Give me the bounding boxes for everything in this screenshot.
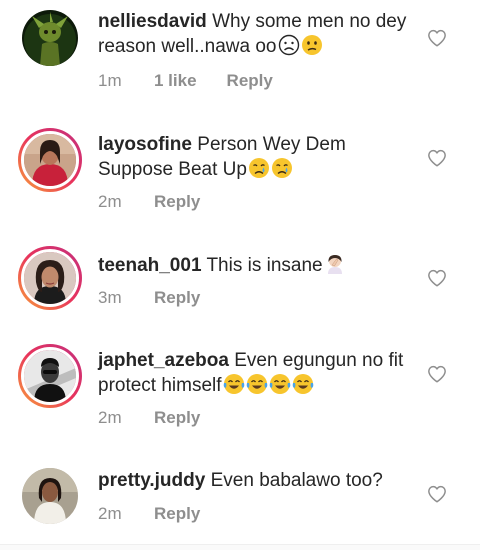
comment-meta: 2m Reply	[98, 504, 200, 524]
comment-username[interactable]: teenah_001	[98, 255, 202, 276]
avatar[interactable]	[22, 10, 78, 66]
comment-time: 2m	[98, 192, 122, 211]
avatar[interactable]	[18, 128, 82, 192]
heart-icon[interactable]	[427, 365, 447, 383]
confused-face-icon	[301, 34, 323, 56]
comment-text: teenah_001 This is insane	[98, 253, 408, 278]
comment-meta: 2m Reply	[98, 408, 200, 428]
tears-of-joy-icon	[223, 373, 245, 395]
woman-red-top-avatar	[24, 134, 76, 186]
comment-time: 2m	[98, 408, 122, 427]
woman-portrait-avatar	[24, 252, 76, 304]
avatar[interactable]	[22, 468, 78, 524]
heart-icon[interactable]	[427, 29, 447, 47]
comment-meta: 2m Reply	[98, 192, 200, 212]
reply-button[interactable]: Reply	[227, 71, 273, 91]
comment-time: 2m	[98, 504, 122, 523]
avatar[interactable]	[18, 246, 82, 310]
tears-of-joy-icon	[292, 373, 314, 395]
heart-icon[interactable]	[427, 149, 447, 167]
comment-username[interactable]: nelliesdavid	[98, 11, 207, 32]
plant-character-avatar	[22, 10, 78, 66]
heart-icon[interactable]	[427, 269, 447, 287]
comment-username[interactable]: layosofine	[98, 134, 192, 155]
avatar[interactable]	[18, 344, 82, 408]
comment-meta: 1m 1 like Reply	[98, 71, 273, 91]
man-black-white-avatar	[24, 350, 76, 402]
comment-text: japhet_azeboa Even egungun no fit protec…	[98, 349, 408, 398]
divider	[0, 544, 480, 550]
crying-face-icon	[248, 157, 270, 179]
comment-text: nelliesdavid Why some men no dey reason …	[98, 10, 408, 59]
comment-text: layosofine Person Wey Dem Suppose Beat U…	[98, 133, 408, 182]
crying-face-icon	[271, 157, 293, 179]
facepalm-woman-icon	[324, 253, 346, 275]
comment-body: This is insane	[206, 255, 323, 276]
comment-likes[interactable]: 1 like	[154, 71, 197, 91]
comment-text: pretty.juddy Even babalawo too?	[98, 469, 408, 493]
comment-time: 3m	[98, 288, 122, 307]
reply-button[interactable]: Reply	[154, 504, 200, 524]
tears-of-joy-icon	[269, 373, 291, 395]
comment-time: 1m	[98, 71, 122, 90]
heart-icon[interactable]	[427, 485, 447, 503]
reply-button[interactable]: Reply	[154, 288, 200, 308]
reply-button[interactable]: Reply	[154, 408, 200, 428]
tears-of-joy-icon	[246, 373, 268, 395]
woman-white-dress-avatar	[22, 468, 78, 524]
comment-username[interactable]: japhet_azeboa	[98, 350, 229, 371]
reply-button[interactable]: Reply	[154, 192, 200, 212]
comment-username[interactable]: pretty.juddy	[98, 470, 205, 491]
frowning-face-icon	[278, 34, 300, 56]
comment-meta: 3m Reply	[98, 288, 200, 308]
comment-body: Even babalawo too?	[210, 470, 383, 491]
